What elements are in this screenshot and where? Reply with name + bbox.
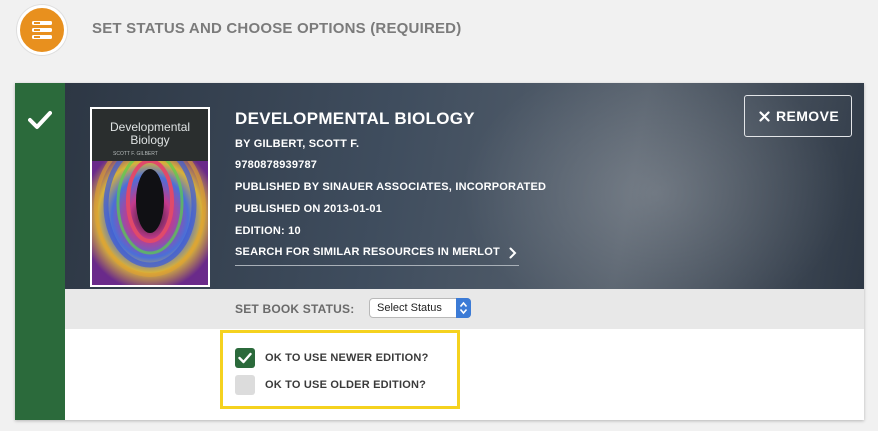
remove-button-label: REMOVE bbox=[776, 108, 840, 124]
cover-title-line2: Biology bbox=[130, 133, 170, 147]
newer-edition-label: OK TO USE NEWER EDITION? bbox=[265, 352, 429, 364]
newer-edition-checkbox[interactable] bbox=[235, 348, 255, 368]
select-arrows bbox=[456, 298, 471, 318]
close-icon bbox=[759, 111, 770, 122]
book-banner: Developmental Biology SCOTT F. GILBERT D… bbox=[65, 83, 864, 289]
book-status-label: SET BOOK STATUS: bbox=[235, 302, 355, 316]
book-published-date: PUBLISHED ON 2013-01-01 bbox=[235, 203, 383, 215]
book-status-select[interactable]: Select Status bbox=[369, 298, 471, 318]
cover-title: Developmental Biology bbox=[110, 121, 190, 147]
book-author: BY GILBERT, SCOTT F. bbox=[235, 138, 360, 150]
book-publisher: PUBLISHED BY SINAUER ASSOCIATES, INCORPO… bbox=[235, 181, 547, 193]
page-title: SET STATUS AND CHOOSE OPTIONS (REQUIRED) bbox=[92, 20, 462, 37]
book-title: DEVELOPMENTAL BIOLOGY bbox=[235, 109, 475, 128]
option-older-edition[interactable]: OK TO USE OLDER EDITION? bbox=[235, 375, 450, 397]
chevron-right-icon bbox=[509, 247, 517, 259]
older-edition-checkbox[interactable] bbox=[235, 375, 255, 395]
step-header: SET STATUS AND CHOOSE OPTIONS (REQUIRED) bbox=[0, 0, 878, 75]
option-newer-edition[interactable]: OK TO USE NEWER EDITION? bbox=[235, 348, 450, 370]
book-status-bar: SET BOOK STATUS: Select Status bbox=[65, 289, 864, 329]
search-similar-link[interactable]: SEARCH FOR SIMILAR RESOURCES IN MERLOT bbox=[235, 246, 519, 266]
book-status-select-value: Select Status bbox=[377, 302, 442, 314]
edition-options: OK TO USE NEWER EDITION? OK TO USE OLDER… bbox=[220, 330, 460, 409]
cover-author: SCOTT F. GILBERT bbox=[113, 151, 158, 157]
book-isbn: 9780878939787 bbox=[235, 159, 318, 171]
older-edition-label: OK TO USE OLDER EDITION? bbox=[265, 379, 427, 391]
search-similar-label: SEARCH FOR SIMILAR RESOURCES IN MERLOT bbox=[235, 246, 500, 258]
checkmark-icon bbox=[238, 352, 252, 364]
status-strip bbox=[15, 83, 65, 420]
remove-button[interactable]: REMOVE bbox=[744, 95, 852, 137]
list-icon bbox=[32, 21, 52, 39]
book-cover: Developmental Biology SCOTT F. GILBERT bbox=[90, 107, 210, 287]
cover-art bbox=[92, 161, 208, 285]
checkmark-icon bbox=[28, 111, 52, 129]
updown-arrows-icon bbox=[459, 301, 468, 315]
step-badge bbox=[17, 5, 67, 55]
book-edition: EDITION: 10 bbox=[235, 225, 301, 237]
